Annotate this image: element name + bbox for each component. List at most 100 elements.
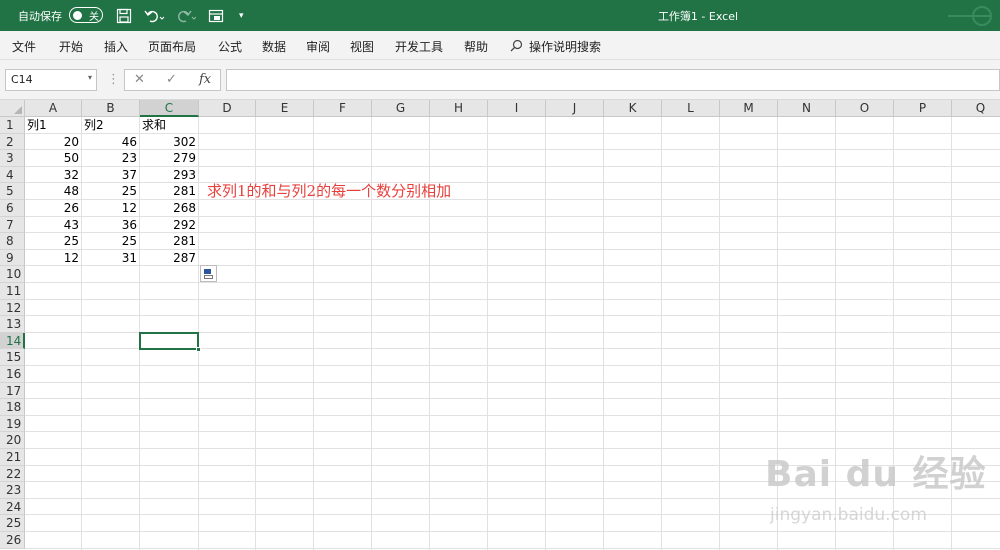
cell-a7[interactable]: 43 <box>25 217 82 233</box>
menu-file[interactable]: 文件 <box>12 38 36 55</box>
row-header-4[interactable]: 4 <box>0 166 25 184</box>
cell-c3[interactable]: 279 <box>140 150 199 166</box>
cell-c4[interactable]: 293 <box>140 167 199 183</box>
column-header-l[interactable]: L <box>662 100 720 117</box>
cell-a8[interactable]: 25 <box>25 233 82 249</box>
gridline-horizontal <box>25 298 1000 300</box>
row-header-8[interactable]: 8 <box>0 233 25 250</box>
menu-developer[interactable]: 开发工具 <box>395 38 443 55</box>
row-header-24[interactable]: 24 <box>0 498 25 516</box>
cell-b3[interactable]: 23 <box>82 150 140 166</box>
column-header-o[interactable]: O <box>836 100 894 117</box>
column-header-c[interactable]: C <box>140 100 199 117</box>
tell-me-search[interactable]: 操作说明搜索 <box>510 38 601 55</box>
cell-a2[interactable]: 20 <box>25 134 82 150</box>
column-header-b[interactable]: B <box>82 100 140 117</box>
cell-c5[interactable]: 281 <box>140 183 199 199</box>
row-header-2[interactable]: 2 <box>0 133 25 151</box>
row-header-19[interactable]: 19 <box>0 415 25 433</box>
menu-page-layout[interactable]: 页面布局 <box>148 38 196 55</box>
cell-c9[interactable]: 287 <box>140 250 199 266</box>
insert-function-icon[interactable]: fx <box>199 72 211 87</box>
row-header-9[interactable]: 9 <box>0 249 25 267</box>
row-header-22[interactable]: 22 <box>0 465 25 483</box>
chevron-down-icon[interactable]: ▾ <box>88 73 92 82</box>
menu-help[interactable]: 帮助 <box>464 38 488 55</box>
column-header-d[interactable]: D <box>199 100 256 117</box>
cancel-icon[interactable]: ✕ <box>134 72 145 87</box>
column-header-k[interactable]: K <box>604 100 662 117</box>
row-header-16[interactable]: 16 <box>0 366 25 383</box>
window-title: 工作簿1 - Excel <box>657 9 739 23</box>
select-all-button[interactable] <box>0 100 25 117</box>
name-box[interactable]: C14 ▾ <box>5 69 97 91</box>
column-header-n[interactable]: N <box>778 100 836 117</box>
formula-input[interactable] <box>226 69 1000 91</box>
paste-options-icon[interactable] <box>200 265 217 283</box>
column-header-q[interactable]: Q <box>952 100 1000 117</box>
cell-a6[interactable]: 26 <box>25 200 82 216</box>
cell-b2[interactable]: 46 <box>82 134 140 150</box>
row-header-14[interactable]: 14 <box>0 332 25 350</box>
header-cell-b1[interactable]: 列2 <box>82 117 140 133</box>
cell-b9[interactable]: 31 <box>82 250 140 266</box>
row-header-20[interactable]: 20 <box>0 432 25 449</box>
enter-icon[interactable]: ✓ <box>166 72 177 87</box>
cell-c8[interactable]: 281 <box>140 233 199 249</box>
row-header-7[interactable]: 7 <box>0 216 25 234</box>
row-header-15[interactable]: 15 <box>0 349 25 366</box>
menu-insert[interactable]: 插入 <box>104 38 128 55</box>
menu-view[interactable]: 视图 <box>350 38 374 55</box>
cell-b6[interactable]: 12 <box>82 200 140 216</box>
title-bar: 自动保存 关 ▾ 工作簿1 - Excel <box>0 0 1000 31</box>
cell-c7[interactable]: 292 <box>140 217 199 233</box>
header-cell-c1[interactable]: 求和 <box>140 117 199 133</box>
row-header-3[interactable]: 3 <box>0 150 25 167</box>
cell-a9[interactable]: 12 <box>25 250 82 266</box>
search-icon <box>510 39 523 55</box>
ribbon-menu: 文件 开始 插入 页面布局 公式 数据 审阅 视图 开发工具 帮助 操作说明搜索 <box>0 31 1000 60</box>
row-header-26[interactable]: 26 <box>0 532 25 549</box>
header-cell-a1[interactable]: 列1 <box>25 117 82 133</box>
menu-data[interactable]: 数据 <box>262 38 286 55</box>
column-header-e[interactable]: E <box>256 100 314 117</box>
column-header-m[interactable]: M <box>720 100 778 117</box>
cell-b4[interactable]: 37 <box>82 167 140 183</box>
row-header-17[interactable]: 17 <box>0 382 25 400</box>
row-header-6[interactable]: 6 <box>0 200 25 217</box>
menu-formulas[interactable]: 公式 <box>218 38 242 55</box>
row-header-5[interactable]: 5 <box>0 183 25 200</box>
fill-handle[interactable] <box>196 347 201 353</box>
row-header-21[interactable]: 21 <box>0 449 25 466</box>
column-header-f[interactable]: F <box>314 100 372 117</box>
column-header-p[interactable]: P <box>894 100 952 117</box>
column-header-i[interactable]: I <box>488 100 546 117</box>
row-header-12[interactable]: 12 <box>0 299 25 317</box>
cell-a3[interactable]: 50 <box>25 150 82 166</box>
row-header-11[interactable]: 11 <box>0 283 25 300</box>
selected-cell-outline[interactable] <box>139 331 201 353</box>
cell-b5[interactable]: 25 <box>82 183 140 199</box>
row-header-18[interactable]: 18 <box>0 399 25 416</box>
cell-a5[interactable]: 48 <box>25 183 82 199</box>
gridline-horizontal <box>25 497 1000 499</box>
column-header-a[interactable]: A <box>25 100 82 117</box>
column-header-g[interactable]: G <box>372 100 430 117</box>
cell-c6[interactable]: 268 <box>140 200 199 216</box>
row-header-10[interactable]: 10 <box>0 266 25 283</box>
cell-c2[interactable]: 302 <box>140 134 199 150</box>
cell-a4[interactable]: 32 <box>25 167 82 183</box>
row-header-13[interactable]: 13 <box>0 316 25 333</box>
cell-b8[interactable]: 25 <box>82 233 140 249</box>
menu-home[interactable]: 开始 <box>59 38 83 55</box>
row-header-23[interactable]: 23 <box>0 482 25 499</box>
row-header-1[interactable]: 1 <box>0 117 25 134</box>
formula-buttons: ✕ ✓ fx <box>124 69 221 91</box>
row-header-25[interactable]: 25 <box>0 515 25 532</box>
gridline-horizontal <box>25 282 1000 283</box>
menu-review[interactable]: 审阅 <box>306 38 330 55</box>
cell-b7[interactable]: 36 <box>82 217 140 233</box>
column-header-h[interactable]: H <box>430 100 488 117</box>
column-header-j[interactable]: J <box>546 100 604 117</box>
gridline-horizontal <box>25 531 1000 532</box>
